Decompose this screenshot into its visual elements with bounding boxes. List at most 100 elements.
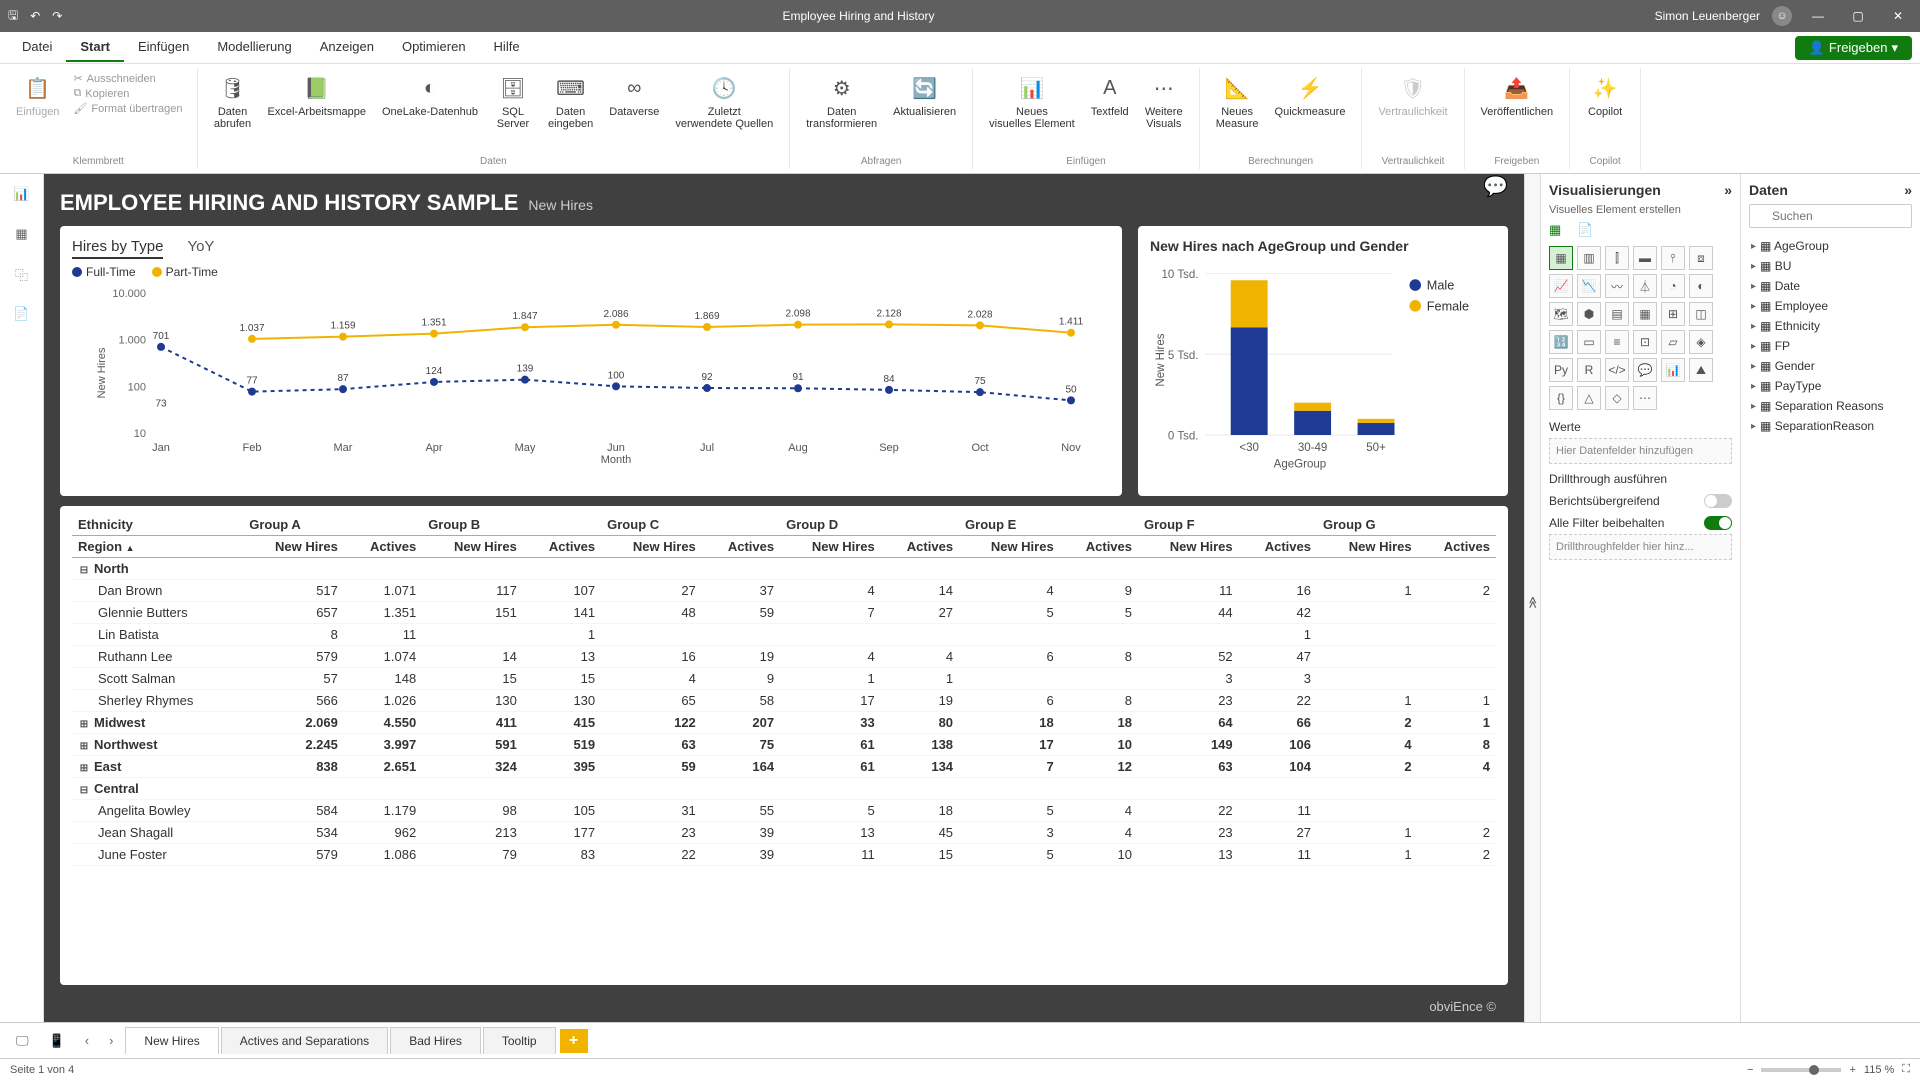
ribbon-quickmeasure[interactable]: ⚡Quickmeasure [1269,68,1352,122]
redo-icon[interactable]: ↷ [52,9,62,23]
prev-page-button[interactable]: ‹ [77,1029,97,1052]
ribbon-copilot[interactable]: ✨Copilot [1580,68,1630,122]
chart-tab[interactable]: Hires by Type [72,238,163,259]
ribbon-daten-transformieren[interactable]: ⚙Datentransformieren [800,68,883,134]
zoom-out-button[interactable]: − [1747,1064,1753,1076]
viz-type-icon[interactable]: 〰 [1605,274,1629,298]
viz-type-icon[interactable]: ⋯ [1633,386,1657,410]
ribbon-daten-eingeben[interactable]: ⌨Dateneingeben [542,68,599,134]
menu-tab-anzeigen[interactable]: Anzeigen [306,33,388,62]
ribbon-zuletzt-verwendete-quellen[interactable]: 🕓Zuletztverwendete Quellen [669,68,779,134]
page-tab[interactable]: New Hires [125,1027,218,1054]
viz-type-icon[interactable]: ▤ [1605,302,1629,326]
viz-type-icon[interactable]: ◔ [1661,274,1685,298]
chart-tab[interactable]: YoY [187,238,214,259]
build-visual-icon[interactable]: ▦ [1549,222,1561,238]
field-separation reasons[interactable]: ▸ ▦ Separation Reasons [1749,396,1912,416]
viz-type-icon[interactable]: ▬ [1633,246,1657,270]
zoom-in-button[interactable]: + [1849,1064,1855,1076]
viz-type-icon[interactable]: △ [1577,386,1601,410]
viz-type-icon[interactable]: ⬢ [1577,302,1601,326]
viz-type-icon[interactable]: ⫿ [1605,246,1629,270]
viz-type-icon[interactable]: ⏃ [1633,274,1657,298]
undo-icon[interactable]: ↶ [30,9,40,23]
bar-chart-card[interactable]: New Hires nach AgeGroup und Gender 10 Ts… [1138,226,1508,496]
page-tab[interactable]: Tooltip [483,1027,556,1054]
report-canvas[interactable]: EMPLOYEE HIRING AND HISTORY SAMPLE New H… [44,174,1524,1022]
save-icon[interactable]: 🖫 [8,6,18,27]
ribbon-excel-arbeitsmappe[interactable]: 📗Excel-Arbeitsmappe [262,68,372,122]
viz-type-icon[interactable]: </> [1605,358,1629,382]
field-paytype[interactable]: ▸ ▦ PayType [1749,376,1912,396]
ribbon-sql-server[interactable]: 🗄SQLServer [488,68,538,134]
viz-type-icon[interactable]: ▦ [1549,246,1573,270]
report-view-icon[interactable]: 📊 [10,182,34,206]
ribbon-onelake-datenhub[interactable]: ◐OneLake-Datenhub [376,68,484,122]
field-separationreason[interactable]: ▸ ▦ SeparationReason [1749,416,1912,436]
fit-page-icon[interactable]: ⛶ [1902,1063,1910,1076]
viz-type-icon[interactable]: 📊 [1661,358,1685,382]
viz-type-icon[interactable]: 🔢 [1549,330,1573,354]
ribbon-weitere-visuals[interactable]: ⋯WeitereVisuals [1139,68,1189,134]
model-view-icon[interactable]: ⿻ [10,262,34,286]
viz-type-icon[interactable]: Py [1549,358,1573,382]
field-date[interactable]: ▸ ▦ Date [1749,276,1912,296]
menu-tab-start[interactable]: Start [66,33,124,62]
dax-view-icon[interactable]: 📄 [10,302,34,326]
viz-type-icon[interactable]: ▥ [1577,246,1601,270]
viz-type-icon[interactable]: ▱ [1661,330,1685,354]
viz-type-icon[interactable]: ⧈ [1689,246,1713,270]
mobile-view-icon[interactable]: 📱 [41,1029,73,1053]
share-button[interactable]: 👤 Freigeben ▾ [1795,36,1912,60]
viz-type-icon[interactable]: 📈 [1549,274,1573,298]
menu-tab-einfügen[interactable]: Einfügen [124,33,203,62]
viz-type-icon[interactable]: ⛰ [1689,358,1713,382]
viz-type-icon[interactable]: ◈ [1689,330,1713,354]
page-tab[interactable]: Actives and Separations [221,1027,388,1054]
collapse-icon[interactable]: » [1724,182,1732,198]
viz-type-icon[interactable]: ▦ [1633,302,1657,326]
field-gender[interactable]: ▸ ▦ Gender [1749,356,1912,376]
viz-type-icon[interactable]: ⫯ [1661,246,1685,270]
user-avatar-icon[interactable]: ☺ [1772,6,1792,26]
viz-type-icon[interactable]: ⊡ [1633,330,1657,354]
ribbon-neues-measure[interactable]: 📐NeuesMeasure [1210,68,1265,134]
field-fp[interactable]: ▸ ▦ FP [1749,336,1912,356]
menu-tab-optimieren[interactable]: Optimieren [388,33,480,62]
next-page-button[interactable]: › [101,1029,121,1052]
format-visual-icon[interactable]: 📄 [1577,222,1593,238]
field-agegroup[interactable]: ▸ ▦ AgeGroup [1749,236,1912,256]
viz-type-icon[interactable]: 🗺 [1549,302,1573,326]
viz-type-icon[interactable]: ◇ [1605,386,1629,410]
ribbon-dataverse[interactable]: ∞Dataverse [603,68,665,122]
field-employee[interactable]: ▸ ▦ Employee [1749,296,1912,316]
ribbon-aktualisieren[interactable]: 🔄Aktualisieren [887,68,962,122]
menu-tab-hilfe[interactable]: Hilfe [480,33,534,62]
search-input[interactable] [1749,204,1912,228]
line-chart-card[interactable]: Hires by TypeYoY Full-Time Part-Time 10.… [60,226,1122,496]
ribbon-daten-abrufen[interactable]: 🛢Datenabrufen [208,68,258,134]
ribbon-textfeld[interactable]: ATextfeld [1085,68,1135,122]
field-ethnicity[interactable]: ▸ ▦ Ethnicity [1749,316,1912,336]
comment-icon[interactable]: 💬 [1483,174,1508,199]
desktop-view-icon[interactable]: 🖵 [8,1029,37,1053]
field-bu[interactable]: ▸ ▦ BU [1749,256,1912,276]
minimize-button[interactable]: — [1804,9,1832,23]
keep-filters-toggle[interactable] [1704,516,1732,530]
filter-pane-collapsed[interactable]: ≪Filter [1524,174,1540,1022]
viz-type-icon[interactable]: ⊞ [1661,302,1685,326]
viz-type-icon[interactable]: ▭ [1577,330,1601,354]
matrix-visual[interactable]: EthnicityGroup AGroup BGroup CGroup DGro… [60,506,1508,985]
menu-tab-datei[interactable]: Datei [8,33,66,62]
viz-type-icon[interactable]: ≡ [1605,330,1629,354]
viz-type-icon[interactable]: ◫ [1689,302,1713,326]
viz-type-icon[interactable]: ◐ [1689,274,1713,298]
viz-type-icon[interactable]: 📉 [1577,274,1601,298]
close-button[interactable]: ✕ [1884,9,1912,23]
add-page-button[interactable]: + [560,1029,588,1053]
viz-type-icon[interactable]: 💬 [1633,358,1657,382]
menu-tab-modellierung[interactable]: Modellierung [203,33,305,62]
viz-type-icon[interactable]: {} [1549,386,1573,410]
viz-type-icon[interactable]: R [1577,358,1601,382]
ribbon-ver-ffentlichen[interactable]: 📤Veröffentlichen [1475,68,1560,122]
